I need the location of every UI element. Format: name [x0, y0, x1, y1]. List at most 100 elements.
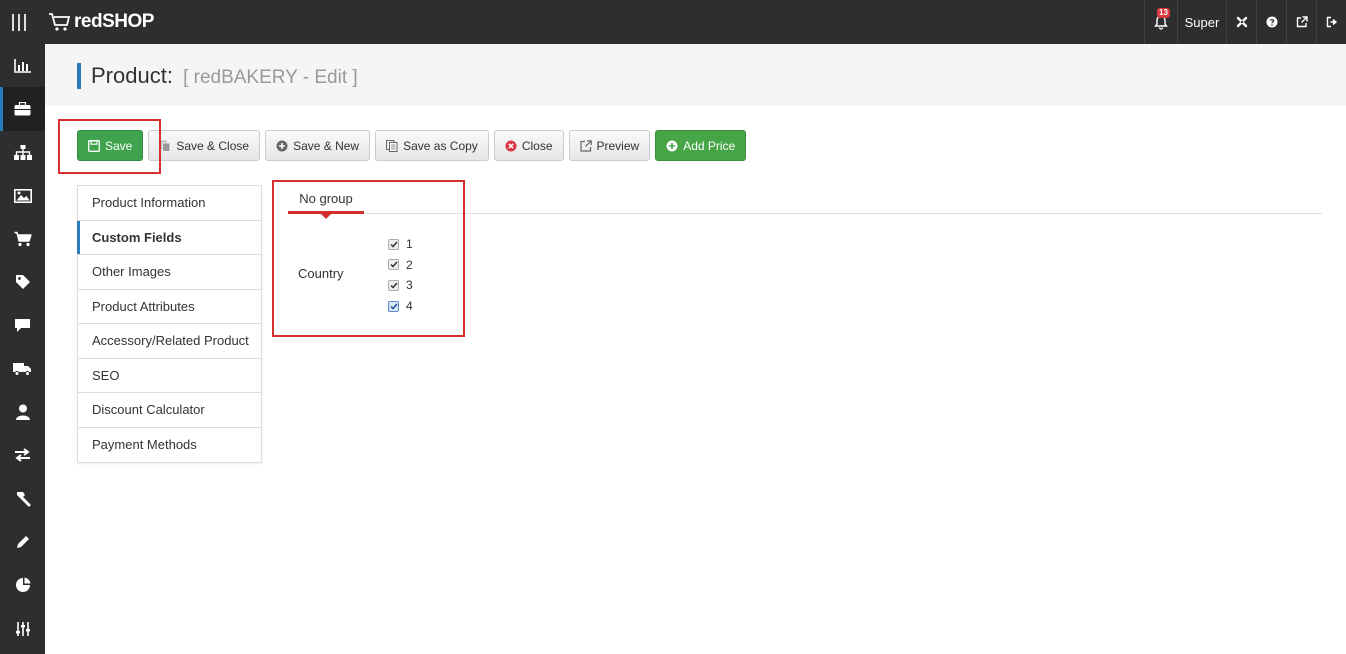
external-link-icon — [579, 139, 592, 152]
tag-icon — [15, 275, 30, 290]
add-price-button-label: Add Price — [683, 138, 736, 153]
country-option[interactable]: 3 — [388, 275, 413, 296]
sidebar-item-products[interactable] — [0, 87, 45, 131]
plus-circle-icon — [276, 140, 288, 151]
preview-button[interactable]: Preview — [568, 130, 651, 161]
tab-no-group[interactable]: No group — [288, 183, 364, 214]
notifications-button[interactable]: 13 — [1144, 0, 1177, 44]
sidebar — [0, 44, 45, 654]
page-title-subtitle: [ redBAKERY - Edit ] — [183, 67, 358, 88]
save-close-button[interactable]: Save & Close — [148, 130, 261, 161]
country-option-label: 3 — [406, 278, 413, 293]
sidebar-item-tools[interactable] — [0, 477, 45, 520]
sidebar-item-configuration[interactable] — [0, 607, 45, 650]
exchange-icon — [15, 448, 30, 463]
view-site-button[interactable] — [1286, 0, 1316, 44]
logout-button[interactable] — [1316, 0, 1346, 44]
check-icon — [389, 282, 398, 289]
save-close-button-label: Save & Close — [176, 138, 250, 153]
notification-count-badge: 13 — [1157, 8, 1170, 18]
app-name: redSHOP — [74, 11, 154, 32]
pencil-icon — [16, 535, 29, 548]
sidebar-item-communication[interactable] — [0, 304, 45, 347]
check-icon — [389, 303, 398, 310]
country-option[interactable]: 1 — [388, 234, 413, 255]
hammer-icon — [17, 492, 31, 507]
comment-icon — [15, 318, 30, 332]
top-bar: redSHOP 13 Super — [0, 0, 1346, 44]
copy-icon — [159, 140, 171, 152]
copy-icon — [386, 139, 398, 152]
page-title: Product: [ redBAKERY - Edit ] — [91, 63, 358, 89]
field-group-tabs: No group — [288, 183, 1322, 219]
sidebar-item-shipping[interactable] — [0, 347, 45, 390]
joomla-icon — [1236, 16, 1247, 28]
sidebar-item-media[interactable] — [0, 174, 45, 217]
tab-accessory-related-product[interactable]: Accessory/Related Product — [78, 324, 261, 359]
country-option-label: 4 — [406, 299, 413, 314]
cart-logo-icon — [49, 13, 71, 31]
country-option-label: 2 — [406, 257, 413, 272]
sidebar-item-customization[interactable] — [0, 520, 45, 563]
country-checkbox-1[interactable] — [388, 238, 399, 250]
save-icon — [88, 139, 100, 152]
save-new-button[interactable]: Save & New — [265, 130, 371, 161]
tab-discount-calculator[interactable]: Discount Calculator — [78, 393, 261, 428]
title-accent-bar — [77, 63, 81, 89]
sitemap-icon — [13, 144, 32, 160]
help-button[interactable] — [1256, 0, 1286, 44]
tab-other-images[interactable]: Other Images — [78, 255, 261, 290]
country-option-label: 1 — [406, 237, 413, 252]
country-option[interactable]: 2 — [388, 255, 413, 276]
tab-seo[interactable]: SEO — [78, 359, 261, 393]
menu-toggle-button[interactable] — [0, 0, 38, 44]
preview-button-label: Preview — [596, 138, 640, 153]
logout-icon — [1326, 16, 1337, 28]
pie-chart-icon — [15, 577, 30, 593]
close-circle-icon — [505, 140, 517, 151]
tab-payment-methods[interactable]: Payment Methods — [78, 428, 261, 463]
question-icon — [1266, 16, 1277, 28]
cart-icon — [14, 231, 32, 246]
close-button[interactable]: Close — [493, 130, 564, 161]
tab-custom-fields[interactable]: Custom Fields — [77, 220, 261, 255]
save-as-copy-button-label: Save as Copy — [403, 138, 478, 153]
country-options: 1 2 3 4 — [388, 234, 413, 316]
app-logo[interactable]: redSHOP — [48, 8, 154, 36]
tab-product-attributes[interactable]: Product Attributes — [78, 290, 261, 324]
sidebar-item-users[interactable] — [0, 390, 45, 433]
external-link-icon — [1296, 16, 1308, 28]
sidebar-item-discounts[interactable] — [0, 260, 45, 303]
tab-product-information[interactable]: Product Information — [78, 186, 261, 221]
briefcase-icon — [14, 101, 31, 116]
add-price-button[interactable]: Add Price — [655, 130, 747, 161]
toolbar: Save Save & Close Save & New Save as Cop… — [77, 130, 747, 161]
truck-icon — [13, 362, 31, 376]
sidebar-item-import-export[interactable] — [0, 434, 45, 477]
active-tab-caret — [321, 214, 331, 219]
country-checkbox-4[interactable] — [388, 300, 399, 312]
country-field-label: Country — [298, 266, 344, 281]
page-title-main: Product: — [91, 63, 173, 88]
sidebar-item-statistics[interactable] — [0, 44, 45, 87]
image-icon — [13, 188, 32, 203]
bar-chart-icon — [13, 58, 31, 73]
sliders-icon — [15, 621, 30, 636]
country-option[interactable]: 4 — [388, 296, 413, 317]
page-header: Product: [ redBAKERY - Edit ] — [45, 44, 1346, 106]
save-button-label: Save — [105, 138, 133, 153]
sidebar-item-orders[interactable] — [0, 217, 45, 260]
user-menu[interactable]: Super — [1177, 0, 1226, 44]
country-checkbox-3[interactable] — [388, 279, 399, 291]
check-icon — [389, 261, 398, 268]
close-button-label: Close — [521, 138, 553, 153]
save-button[interactable]: Save — [77, 130, 144, 161]
plus-circle-icon — [666, 140, 678, 151]
user-icon — [15, 404, 30, 421]
save-as-copy-button[interactable]: Save as Copy — [375, 130, 489, 161]
joomla-button[interactable] — [1226, 0, 1256, 44]
country-checkbox-2[interactable] — [388, 259, 399, 271]
sidebar-item-categories[interactable] — [0, 131, 45, 174]
sidebar-item-reports[interactable] — [0, 564, 45, 607]
save-new-button-label: Save & New — [293, 138, 360, 153]
